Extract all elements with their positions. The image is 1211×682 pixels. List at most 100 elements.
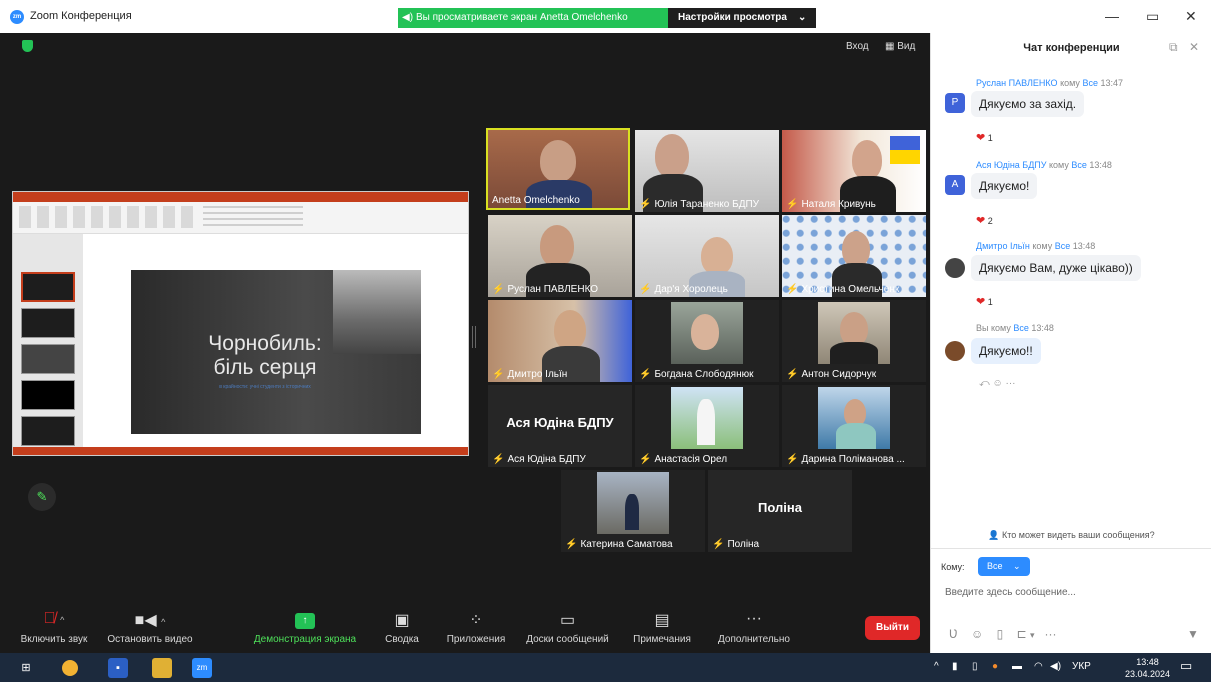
reaction[interactable]: ❤ 1 — [976, 295, 993, 308]
message-bubble[interactable]: Дякуємо Вам, дуже цікаво)) — [971, 255, 1141, 281]
participant-name: ⚡ Антон Сидорчук — [786, 369, 877, 380]
message-bubble[interactable]: Дякуємо!! — [971, 338, 1041, 364]
apps-icon: ⁘ — [469, 612, 483, 629]
apps-label: Приложения — [446, 634, 506, 645]
send-icon[interactable]: ▼ — [1187, 627, 1199, 641]
participant-tile[interactable]: ⚡ Анастасія Орел — [635, 385, 779, 467]
folder-icon[interactable] — [152, 658, 172, 678]
participant-tile[interactable]: ⚡ Руслан ПАВЛЕНКО — [488, 215, 632, 297]
stop-video-button[interactable]: ■◀ ^ Остановить видео — [100, 610, 200, 645]
participant-face — [691, 314, 719, 350]
participant-tile[interactable]: ⚡ Богдана Слободянюк — [635, 300, 779, 382]
close-chat-icon[interactable]: ✕ — [1189, 40, 1199, 54]
more-button[interactable]: ··· Дополнительно — [710, 610, 798, 645]
slide-subtitle: в крайности: учні студенти з історичних — [219, 384, 311, 390]
screenshot-icon[interactable]: ⊏ — [1017, 627, 1027, 641]
unmute-button[interactable]: 🎙̸ ^ Включить звук — [14, 610, 94, 645]
participant-name: ⚡ Катерина Саматова — [565, 539, 673, 550]
security-shield-icon[interactable] — [22, 40, 33, 52]
message-bubble[interactable]: Дякуємо! — [971, 173, 1038, 199]
chevron-down-icon[interactable]: ▾ — [1030, 630, 1035, 640]
recipient-select[interactable]: Все ⌄ — [978, 557, 1030, 576]
message-meta: Дмитро Ільїн кому Все 13:48 — [976, 241, 1096, 251]
file-icon[interactable]: ▯ — [997, 627, 1004, 641]
reaction[interactable]: ❤ 1 — [976, 131, 993, 144]
participant-tile[interactable]: ⚡ Дмитро Ільїн — [488, 300, 632, 382]
message-input[interactable]: Введите здесь сообщение... — [945, 587, 1076, 598]
to-label: Кому: — [941, 562, 965, 572]
message-meta: Ася Юдіна БДПУ кому Все 13:48 — [976, 160, 1112, 170]
whiteboards-button[interactable]: ▭ Доски сообщений — [520, 610, 615, 645]
participant-name: ⚡ Богдана Слободянюк — [639, 369, 754, 380]
who-can-see-link[interactable]: 👤 Кто может видеть ваши сообщения? — [931, 530, 1211, 541]
clock-date: 23.04.2024 — [1125, 669, 1171, 679]
leave-button[interactable]: Выйти — [865, 616, 920, 640]
windows-start-icon[interactable]: ⊞ — [16, 658, 36, 678]
split-divider-handle[interactable] — [472, 326, 476, 348]
more-dots-icon[interactable]: ··· — [1005, 378, 1015, 389]
tray-usb-icon[interactable]: ▮ — [952, 661, 958, 672]
taskbar: ⊞ ▪ zm ^ ▮ ▯ ● ▬ ◠ ◀) УКР 13:48 23.04.20… — [0, 653, 1211, 682]
emoji-icon[interactable]: ☺ — [992, 378, 1002, 389]
more-dots-icon[interactable]: ··· — [1045, 627, 1057, 641]
reply-icon[interactable]: ⤺ — [979, 378, 990, 389]
clock[interactable]: 13:48 23.04.2024 — [1125, 656, 1170, 680]
notes-icon: ▤ — [654, 612, 670, 629]
zoom-logo-icon: zm — [10, 10, 24, 24]
view-options-button[interactable]: Настройки просмотра ⌄ — [668, 8, 816, 28]
participant-tile[interactable]: ⚡ Юлія Тараненко БДПУ — [635, 130, 779, 212]
avatar — [945, 258, 965, 278]
avatar — [945, 341, 965, 361]
participant-tile[interactable]: ⚡ Наталя Кривунь — [782, 130, 926, 212]
share-screen-button[interactable]: ↑ Демонстрация экрана — [245, 610, 365, 645]
muted-mic-icon: ⚡ — [492, 369, 505, 380]
zoom-taskbar-icon[interactable]: zm — [192, 658, 212, 678]
tray-chevron-icon[interactable]: ^ — [934, 661, 939, 672]
notes-button[interactable]: ▤ Примечания — [627, 610, 697, 645]
reaction[interactable]: ❤ 2 — [976, 214, 993, 227]
stop-video-label: Остановить видео — [107, 634, 193, 645]
enter-button[interactable]: Вход — [846, 41, 869, 52]
minimize-icon[interactable]: — — [1105, 8, 1119, 24]
volume-icon[interactable]: ◀) — [1050, 661, 1061, 672]
format-icon[interactable]: Ʋ — [949, 627, 958, 641]
wifi-icon[interactable]: ◠ — [1034, 661, 1043, 672]
share-screen-label: Демонстрация экрана — [253, 634, 357, 645]
participant-tile[interactable]: ⚡ Христина Омельченк — [782, 215, 926, 297]
muted-mic-icon: ⚡ — [639, 199, 652, 210]
tray-battery-icon[interactable]: ▬ — [1012, 661, 1022, 672]
participant-video-off-label: Поліна — [758, 500, 802, 515]
chrome-icon[interactable] — [62, 660, 78, 676]
popout-icon[interactable]: ⧉ — [1169, 40, 1178, 55]
view-button[interactable]: ▦ Вид — [885, 41, 915, 52]
emoji-icon[interactable]: ☺ — [971, 627, 983, 641]
participant-tile[interactable]: Ася Юдіна БДПУ ⚡ Ася Юдіна БДПУ — [488, 385, 632, 467]
participant-tile[interactable]: Поліна ⚡ Поліна — [708, 470, 852, 552]
participant-tile[interactable]: Anetta Omelchenko — [486, 128, 630, 210]
muted-mic-icon: ⚡ — [786, 199, 799, 210]
notifications-icon[interactable]: ▭ — [1180, 658, 1192, 674]
participant-name: ⚡ Дарина Поліманова ... — [786, 454, 905, 465]
sharing-banner: ◀) Вы просматриваете экран Anetta Omelch… — [398, 8, 668, 28]
muted-mic-icon: ⚡ — [492, 284, 505, 295]
tray-app-icon[interactable]: ● — [992, 661, 998, 672]
muted-mic-icon: ⚡ — [639, 369, 652, 380]
language-indicator[interactable]: УКР — [1072, 661, 1091, 672]
participant-tile[interactable]: ⚡ Катерина Саматова — [561, 470, 705, 552]
message-actions: ⤺ ☺ ··· — [979, 378, 1015, 389]
apps-button[interactable]: ⁘ Приложения — [440, 610, 512, 645]
save-icon[interactable]: ▪ — [108, 658, 128, 678]
participant-tile[interactable]: ⚡ Антон Сидорчук — [782, 300, 926, 382]
restore-icon[interactable]: ▭ — [1146, 8, 1159, 25]
window-title: Zoom Конференция — [30, 10, 132, 22]
message-bubble[interactable]: Дякуємо за захід. — [971, 91, 1085, 117]
view-options-label: Настройки просмотра — [678, 12, 787, 23]
annotate-pencil-icon[interactable]: ✎ — [28, 483, 56, 511]
tray-file-icon[interactable]: ▯ — [972, 661, 978, 672]
close-icon[interactable]: ✕ — [1185, 8, 1197, 25]
participant-tile[interactable]: ⚡ Дарина Поліманова ... — [782, 385, 926, 467]
ppt-ribbon-buttons — [19, 206, 199, 228]
summary-button[interactable]: ▣ Сводка — [378, 610, 426, 645]
ppt-ribbon-options — [203, 206, 303, 228]
participant-tile[interactable]: ⚡ Дар'я Хоролець — [635, 215, 779, 297]
